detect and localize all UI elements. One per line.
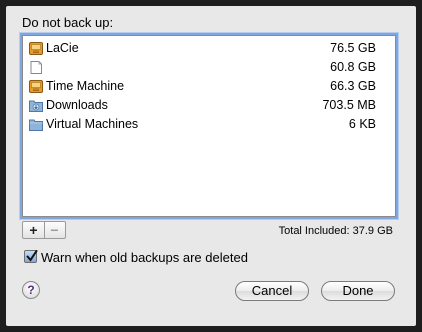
add-remove-control: + −: [22, 221, 66, 239]
item-name: Virtual Machines: [46, 117, 139, 131]
item-size: 703.5 MB: [322, 98, 376, 112]
external-drive-icon: [29, 80, 43, 93]
list-heading: Do not back up:: [22, 15, 114, 30]
checkmark-icon: [26, 250, 38, 262]
downloads-folder-icon: [29, 100, 43, 112]
cancel-button[interactable]: Cancel: [235, 281, 309, 301]
warn-checkbox[interactable]: [24, 250, 38, 263]
warn-checkbox-label[interactable]: Warn when old backups are deleted: [41, 250, 248, 265]
item-size: 76.5 GB: [330, 41, 376, 55]
external-drive-icon: [29, 42, 43, 55]
exclusions-sheet: Do not back up: LaCie 76.5 GB 60.8 GB Ti…: [6, 6, 416, 326]
list-item[interactable]: 60.8 GB: [23, 58, 395, 77]
exclusion-list[interactable]: LaCie 76.5 GB 60.8 GB Time Machine 66.3 …: [22, 35, 396, 217]
add-button[interactable]: +: [23, 222, 45, 238]
item-size: 60.8 GB: [330, 60, 376, 74]
item-name: LaCie: [46, 41, 79, 55]
remove-button[interactable]: −: [44, 222, 65, 238]
item-size: 6 KB: [348, 117, 376, 131]
list-item[interactable]: LaCie 76.5 GB: [23, 39, 395, 58]
item-name: Downloads: [46, 98, 108, 112]
done-button[interactable]: Done: [321, 281, 395, 301]
blank-drive-icon: [30, 61, 42, 74]
help-button[interactable]: ?: [22, 281, 40, 299]
total-included-label: Total Included: 37.9 GB: [278, 225, 393, 237]
item-name: Time Machine: [46, 79, 125, 93]
folder-icon: [29, 119, 43, 131]
list-item[interactable]: Downloads 703.5 MB: [23, 96, 395, 115]
list-item[interactable]: Time Machine 66.3 GB: [23, 77, 395, 96]
item-size: 66.3 GB: [330, 79, 376, 93]
list-item[interactable]: Virtual Machines 6 KB: [23, 115, 395, 134]
